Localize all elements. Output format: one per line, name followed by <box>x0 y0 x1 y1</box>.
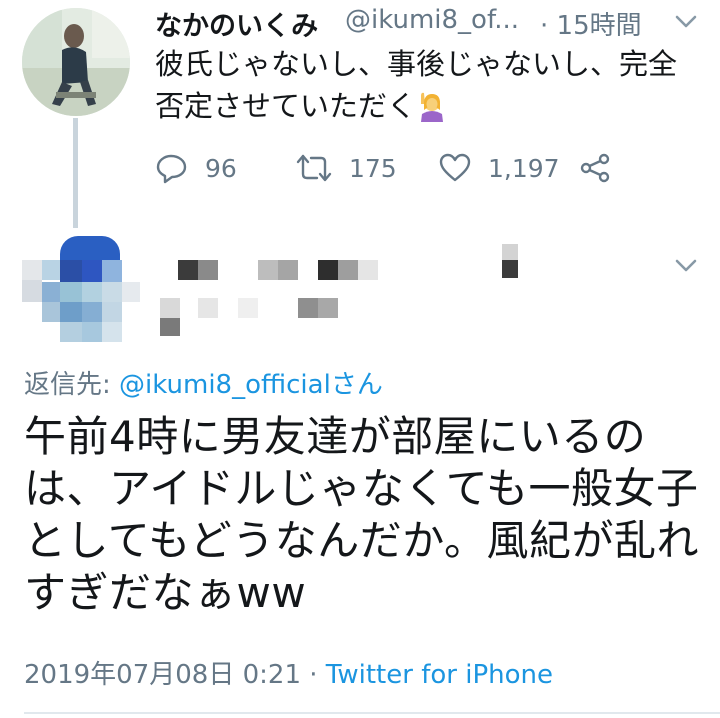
share-action[interactable] <box>578 152 612 184</box>
like-action[interactable]: 1,197 <box>438 152 560 184</box>
like-icon <box>438 152 472 184</box>
reply-text: 午前4時に男友達が部屋にいるのは、アイドルじゃなくても一般女子としてもどうなんだ… <box>24 412 699 617</box>
like-count: 1,197 <box>488 153 560 183</box>
display-name[interactable]: なかのいくみ <box>155 4 318 43</box>
reply-avatar-pixelated[interactable] <box>22 236 140 344</box>
chevron-down-icon[interactable] <box>672 254 700 278</box>
reply-to-line: 返信先: @ikumi8_officialさん <box>24 364 383 401</box>
retweet-count: 175 <box>349 153 397 183</box>
divider <box>24 712 720 714</box>
retweet-icon <box>295 152 333 184</box>
reply-date: 2019年07月08日 0:21 <box>24 660 301 690</box>
reply-meta: 2019年07月08日 0:21 · Twitter for iPhone <box>24 654 553 691</box>
thread-line <box>73 118 78 228</box>
reply-to-prefix: 返信先: <box>24 370 120 400</box>
share-icon <box>578 152 612 184</box>
tweet-actions: 96 175 1,197 <box>155 152 715 196</box>
reply-icon <box>155 152 189 184</box>
reply-author-pixelated[interactable] <box>160 240 560 350</box>
tweet-time[interactable]: · 15時間 <box>540 5 642 42</box>
reply-to-suffix[interactable]: さん <box>331 370 383 400</box>
reply-action[interactable]: 96 <box>155 152 237 184</box>
retweet-action[interactable]: 175 <box>295 152 397 184</box>
tweet-text: 彼氏じゃないし、事後じゃないし、完全否定させていただく <box>155 43 705 127</box>
chevron-down-icon[interactable] <box>672 10 700 34</box>
client-link[interactable]: Twitter for iPhone <box>326 660 553 690</box>
woman-raising-hand-emoji <box>416 90 446 122</box>
reply-to-mention[interactable]: @ikumi8_official <box>119 370 331 400</box>
meta-separator: · <box>301 660 326 690</box>
avatar-photo <box>22 8 130 116</box>
reply-count: 96 <box>205 153 237 183</box>
avatar[interactable] <box>22 8 130 116</box>
user-handle[interactable]: @ikumi8_of... <box>345 5 519 35</box>
